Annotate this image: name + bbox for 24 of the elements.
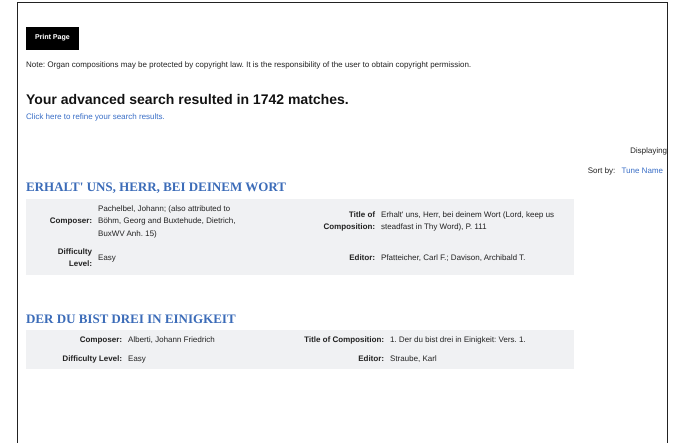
field-value: Alberti, Johann Friedrich xyxy=(128,334,216,346)
field-label: Difficulty Level: xyxy=(56,246,92,270)
field-label: Title of Composition: xyxy=(322,209,375,234)
field-value: Easy xyxy=(128,352,147,365)
refine-link[interactable]: Click here to refine your search results. xyxy=(26,111,165,124)
field-label: Editor: xyxy=(357,352,384,365)
result-title[interactable]: ERHALT' UNS, HERR, BEI DEINEM WORT xyxy=(26,179,667,195)
result-title[interactable]: DER DU BIST DREI IN EINIGKEIT xyxy=(26,310,667,326)
field-value: Pachelbel, Johann; (also attributed to Böhm, Georg and Buxtehude, Dietrich, BuxWV Anh. 15) xyxy=(98,202,236,240)
field-label: Difficulty Level: xyxy=(61,352,122,365)
field-label: Title of Composition: xyxy=(303,334,384,346)
field-value: Erhalt' uns, Herr, bei deinem Wort (Lord, keep us steadfast in Thy Word), P. 111 xyxy=(381,209,556,234)
field-value: Pfatteicher, Carl F.; Davison, Archibald T. xyxy=(381,252,526,264)
displaying-text: Displaying xyxy=(630,146,667,156)
sort-label: Sort by: xyxy=(588,166,616,176)
field-label: Composer: xyxy=(78,334,122,346)
field-label: Composer: xyxy=(50,215,92,228)
field-value: 1. Der du bist drei in Einigkeit: Vers. 1. xyxy=(390,334,527,346)
field-value: Easy xyxy=(98,252,117,264)
field-label: Editor: xyxy=(349,252,375,264)
note-text: Note: Organ compositions may be protected by copyright law. It is the responsibility of the user to obtain copyright permission. xyxy=(26,58,472,70)
results-heading: Your advanced search resulted in 1742 matches. xyxy=(26,90,350,108)
field-value: Straube, Karl xyxy=(390,352,438,365)
sort-link[interactable]: Tune Name xyxy=(622,166,663,176)
